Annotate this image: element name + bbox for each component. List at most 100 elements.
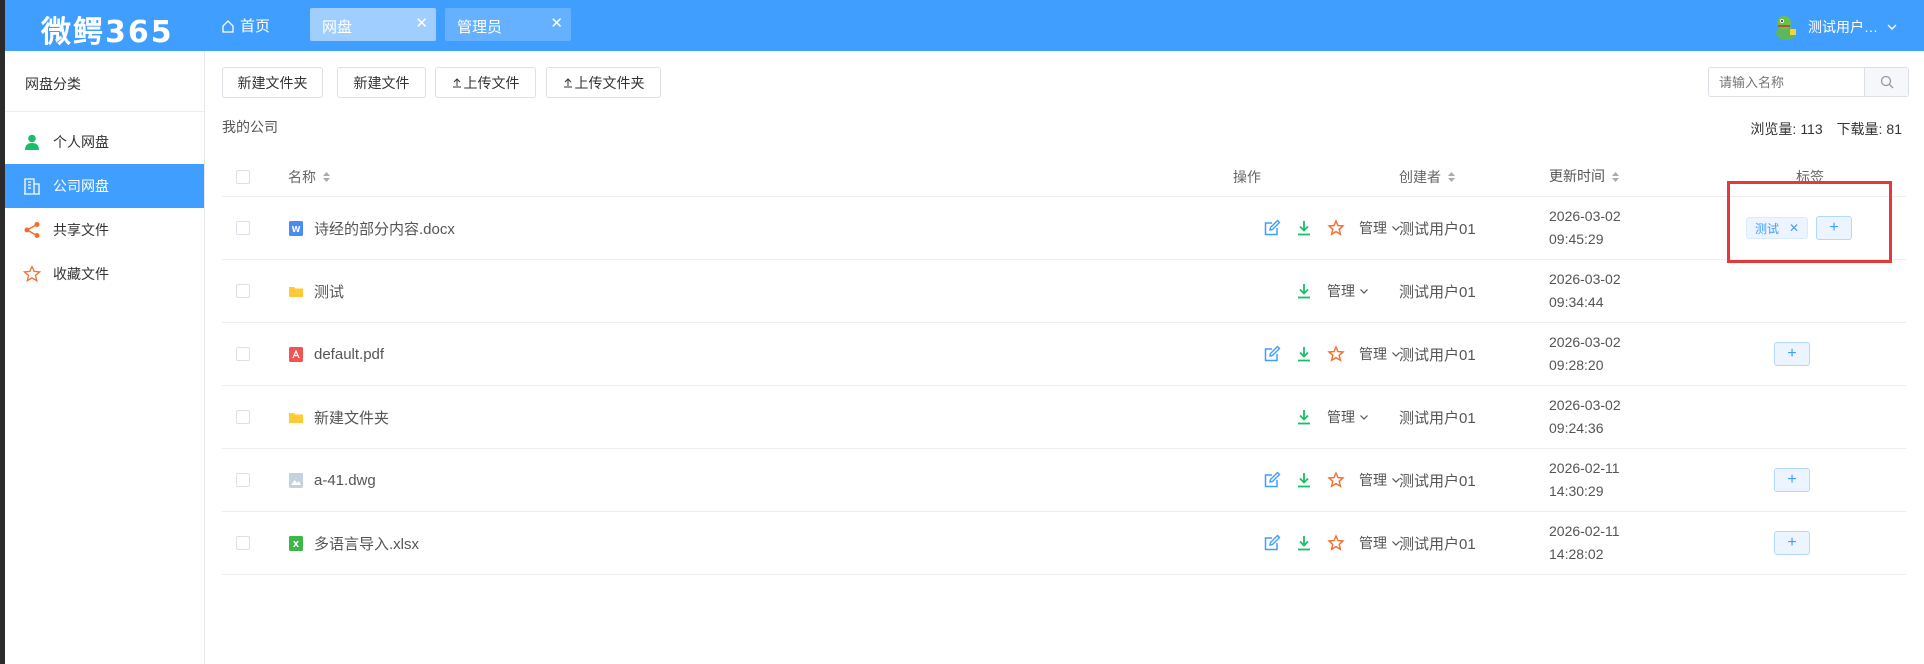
download-icon[interactable]: [1295, 534, 1313, 552]
chevron-down-icon: [1887, 24, 1897, 30]
row-actions: 管理: [1295, 281, 1369, 301]
user-menu[interactable]: 测试用户…: [1772, 13, 1898, 41]
search-icon: [1880, 75, 1893, 89]
star-icon[interactable]: [1327, 534, 1345, 552]
column-name[interactable]: 名称: [288, 167, 331, 187]
column-label: 更新时间: [1549, 168, 1605, 184]
sort-icon: [1612, 171, 1619, 182]
select-all-checkbox[interactable]: [236, 169, 250, 184]
new-folder-button[interactable]: 新建文件夹: [222, 67, 323, 98]
creator: 测试用户01: [1399, 472, 1476, 490]
row-checkbox[interactable]: [236, 221, 250, 235]
file-name[interactable]: 测试: [288, 281, 344, 302]
upload-file-button[interactable]: 上传文件: [435, 67, 536, 98]
updated-clock: 09:24:36: [1549, 420, 1604, 436]
table-row[interactable]: default.pdf 管理 测试用户01 2026-03-02 09:28:20 +: [222, 323, 1906, 386]
row-checkbox[interactable]: [236, 473, 250, 487]
close-icon[interactable]: ✕: [550, 14, 563, 32]
table-row[interactable]: W 诗经的部分内容.docx 管理 测试用户01 2026-03-02 09:45:29 测…: [222, 197, 1906, 260]
download-icon[interactable]: [1295, 471, 1313, 489]
chevron-down-icon: [1360, 415, 1368, 420]
manage-label: 管理: [1327, 409, 1355, 425]
table-row[interactable]: a-41.dwg 管理 测试用户01 2026-02-11 14:30:29 +: [222, 449, 1906, 512]
download-icon[interactable]: [1295, 282, 1313, 300]
edit-icon[interactable]: [1263, 471, 1281, 489]
manage-dropdown[interactable]: 管理: [1359, 470, 1401, 490]
sidebar-item-label: 共享文件: [53, 222, 109, 238]
table-header: 名称 操作 创建者 更新时间 标签: [222, 157, 1906, 197]
add-tag-button[interactable]: +: [1774, 468, 1810, 492]
table-row[interactable]: 新建文件夹 管理 测试用户01 2026-03-02 09:24:36: [222, 386, 1906, 449]
file-name[interactable]: default.pdf: [288, 346, 384, 363]
file-name[interactable]: a-41.dwg: [288, 472, 376, 489]
search-input[interactable]: [1709, 68, 1864, 96]
column-label: 名称: [288, 168, 316, 185]
edit-icon[interactable]: [1263, 534, 1281, 552]
search-box: [1708, 67, 1909, 97]
sort-icon: [323, 171, 330, 182]
sidebar-item-shared[interactable]: 共享文件: [5, 208, 204, 252]
file-table: 名称 操作 创建者 更新时间 标签 W 诗经的部分内容.docx 管理 测试用户01 2…: [222, 157, 1906, 575]
sidebar-item-personal[interactable]: 个人网盘: [5, 120, 204, 164]
file-name[interactable]: X 多语言导入.xlsx: [288, 533, 419, 554]
tab-netdisk[interactable]: 网盘 ✕: [310, 8, 436, 41]
row-checkbox[interactable]: [236, 536, 250, 550]
upload-icon: [452, 78, 461, 88]
word-file-icon: W: [289, 220, 303, 236]
file-name-label: 测试: [314, 283, 345, 301]
edit-icon[interactable]: [1263, 345, 1281, 363]
breadcrumb: 我的公司: [222, 119, 278, 135]
star-icon[interactable]: [1327, 471, 1345, 489]
tab-admin[interactable]: 管理员 ✕: [445, 8, 571, 41]
sidebar-item-label: 公司网盘: [53, 178, 109, 194]
download-icon[interactable]: [1295, 219, 1313, 237]
manage-dropdown[interactable]: 管理: [1359, 218, 1401, 238]
row-checkbox[interactable]: [236, 347, 250, 361]
close-icon[interactable]: ✕: [415, 14, 428, 32]
row-actions: 管理: [1263, 344, 1401, 364]
row-checkbox[interactable]: [236, 284, 250, 298]
user-icon: [25, 134, 39, 150]
app-logo: 微鳄365: [41, 15, 174, 50]
downloads-count: 81: [1886, 121, 1902, 137]
upload-folder-button[interactable]: 上传文件夹: [546, 67, 661, 98]
highlight-box: [1727, 181, 1892, 263]
search-button[interactable]: [1864, 68, 1908, 96]
star-icon[interactable]: [1327, 219, 1345, 237]
user-name: 测试用户…: [1808, 19, 1878, 35]
table-row[interactable]: 测试 管理 测试用户01 2026-03-02 09:34:44: [222, 260, 1906, 323]
home-label: 首页: [240, 18, 271, 35]
row-checkbox[interactable]: [236, 410, 250, 424]
manage-dropdown[interactable]: 管理: [1327, 281, 1369, 301]
add-tag-button[interactable]: +: [1774, 531, 1810, 555]
download-icon[interactable]: [1295, 345, 1313, 363]
file-name[interactable]: 新建文件夹: [288, 407, 389, 428]
sidebar: 网盘分类 个人网盘 公司网盘 共享文件 收藏文件: [5, 51, 205, 664]
sidebar-item-favorites[interactable]: 收藏文件: [5, 252, 204, 296]
add-tag-button[interactable]: +: [1774, 342, 1810, 366]
button-label: 上传文件: [463, 74, 520, 91]
updated-date: 2026-03-02: [1549, 334, 1621, 350]
row-tags: +: [1774, 531, 1810, 555]
manage-dropdown[interactable]: 管理: [1359, 533, 1401, 553]
creator: 测试用户01: [1399, 409, 1476, 427]
file-name[interactable]: W 诗经的部分内容.docx: [288, 218, 455, 239]
edit-icon[interactable]: [1263, 219, 1281, 237]
creator: 测试用户01: [1399, 220, 1476, 238]
manage-dropdown[interactable]: 管理: [1359, 344, 1401, 364]
home-link[interactable]: 首页: [221, 15, 270, 36]
manage-label: 管理: [1327, 283, 1355, 299]
star-icon[interactable]: [1327, 345, 1345, 363]
sidebar-item-company[interactable]: 公司网盘: [5, 164, 204, 208]
table-row[interactable]: X 多语言导入.xlsx 管理 测试用户01 2026-02-11 14:28:02 +: [222, 512, 1906, 575]
new-file-button[interactable]: 新建文件: [337, 67, 426, 98]
updated-date: 2026-03-02: [1549, 397, 1621, 413]
star-icon: [23, 265, 41, 283]
building-icon: [24, 178, 40, 195]
column-updated[interactable]: 更新时间: [1549, 165, 1620, 188]
manage-dropdown[interactable]: 管理: [1327, 407, 1369, 427]
updated-date: 2026-02-11: [1549, 460, 1620, 476]
download-icon[interactable]: [1295, 408, 1313, 426]
row-actions: 管理: [1263, 218, 1401, 238]
column-creator[interactable]: 创建者: [1399, 167, 1456, 187]
